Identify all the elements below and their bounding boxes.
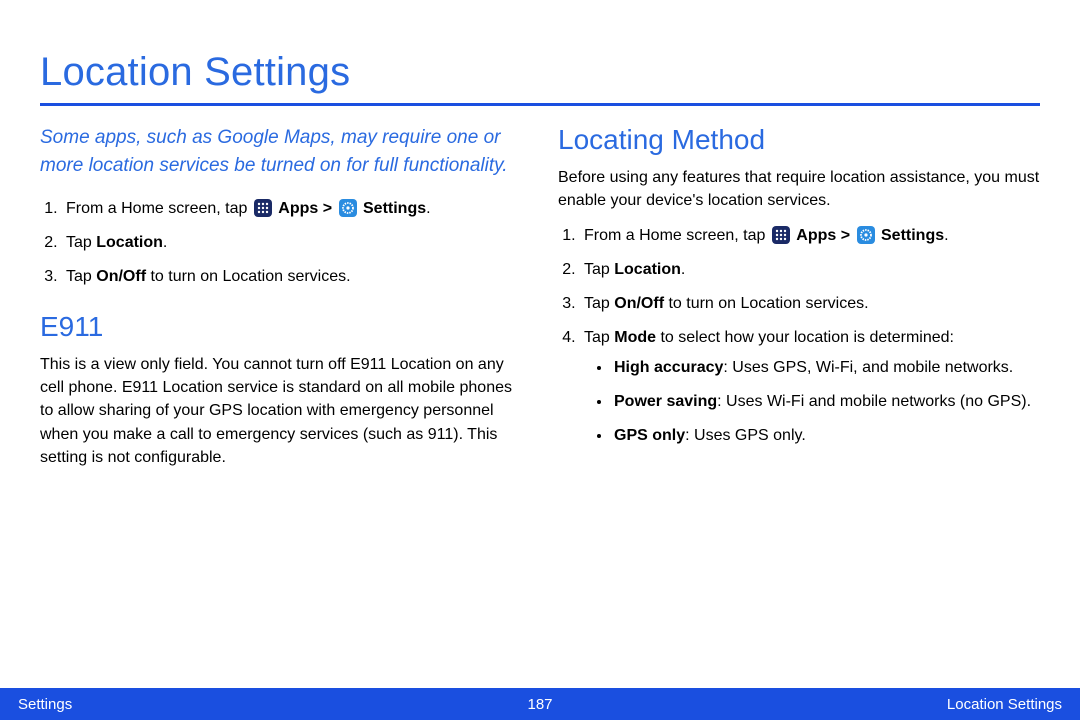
page: Location Settings Some apps, such as Goo…: [0, 0, 1080, 720]
locating-method-intro: Before using any features that require l…: [558, 166, 1040, 212]
apps-icon: [772, 226, 790, 244]
right-step-4: Tap Mode to select how your location is …: [580, 326, 1040, 448]
left-column: Some apps, such as Google Maps, may requ…: [40, 124, 522, 481]
left-step-1: From a Home screen, tap Apps > Settings.: [62, 197, 522, 221]
left-step-2: Tap Location.: [62, 231, 522, 255]
mode-name: GPS only: [614, 427, 685, 444]
mode-bullet-list: High accuracy: Uses GPS, Wi-Fi, and mobi…: [584, 356, 1040, 448]
mode-desc: : Uses Wi-Fi and mobile networks (no GPS…: [717, 393, 1031, 410]
e911-body: This is a view only field. You cannot tu…: [40, 353, 522, 469]
mode-gps-only: GPS only: Uses GPS only.: [612, 424, 1040, 448]
left-steps-list: From a Home screen, tap Apps > Settings.…: [40, 197, 522, 289]
step-text: Tap: [584, 295, 614, 312]
mode-desc: : Uses GPS, Wi-Fi, and mobile networks.: [723, 359, 1013, 376]
step-bold: Location: [96, 234, 163, 251]
mode-high-accuracy: High accuracy: Uses GPS, Wi-Fi, and mobi…: [612, 356, 1040, 380]
step-suffix: to select how your location is determine…: [656, 329, 954, 346]
right-step-2: Tap Location.: [580, 258, 1040, 282]
mode-desc: : Uses GPS only.: [685, 427, 806, 444]
page-footer: Settings 187 Location Settings: [0, 688, 1080, 720]
settings-icon: [857, 226, 875, 244]
content-area: Location Settings Some apps, such as Goo…: [0, 0, 1080, 481]
e911-heading: E911: [40, 311, 522, 343]
step-suffix: .: [163, 234, 167, 251]
step-bold: Mode: [614, 329, 656, 346]
step-text: Tap: [66, 234, 96, 251]
right-column: Locating Method Before using any feature…: [558, 124, 1040, 481]
step-suffix: .: [426, 200, 430, 217]
step-separator: >: [841, 227, 855, 244]
step-suffix: .: [681, 261, 685, 278]
step-text: Tap: [584, 329, 614, 346]
apps-label: Apps: [796, 227, 836, 244]
mode-power-saving: Power saving: Uses Wi-Fi and mobile netw…: [612, 390, 1040, 414]
mode-name: High accuracy: [614, 359, 723, 376]
step-text: From a Home screen, tap: [584, 227, 770, 244]
locating-method-heading: Locating Method: [558, 124, 1040, 156]
right-steps-list: From a Home screen, tap Apps > Settings.…: [558, 224, 1040, 448]
settings-label: Settings: [363, 200, 426, 217]
step-suffix: to turn on Location services.: [664, 295, 869, 312]
step-separator: >: [323, 200, 337, 217]
intro-text: Some apps, such as Google Maps, may requ…: [40, 124, 522, 179]
footer-page-number: 187: [0, 696, 1080, 713]
apps-label: Apps: [278, 200, 318, 217]
step-bold: On/Off: [614, 295, 664, 312]
page-title: Location Settings: [40, 50, 1040, 95]
step-suffix: to turn on Location services.: [146, 268, 351, 285]
step-text: Tap: [66, 268, 96, 285]
step-text: Tap: [584, 261, 614, 278]
settings-label: Settings: [881, 227, 944, 244]
right-step-3: Tap On/Off to turn on Location services.: [580, 292, 1040, 316]
right-step-1: From a Home screen, tap Apps > Settings.: [580, 224, 1040, 248]
step-text: From a Home screen, tap: [66, 200, 252, 217]
mode-name: Power saving: [614, 393, 717, 410]
apps-icon: [254, 199, 272, 217]
step-suffix: .: [944, 227, 948, 244]
settings-icon: [339, 199, 357, 217]
left-step-3: Tap On/Off to turn on Location services.: [62, 265, 522, 289]
step-bold: Location: [614, 261, 681, 278]
title-divider: [40, 103, 1040, 106]
two-column-layout: Some apps, such as Google Maps, may requ…: [40, 124, 1040, 481]
step-bold: On/Off: [96, 268, 146, 285]
